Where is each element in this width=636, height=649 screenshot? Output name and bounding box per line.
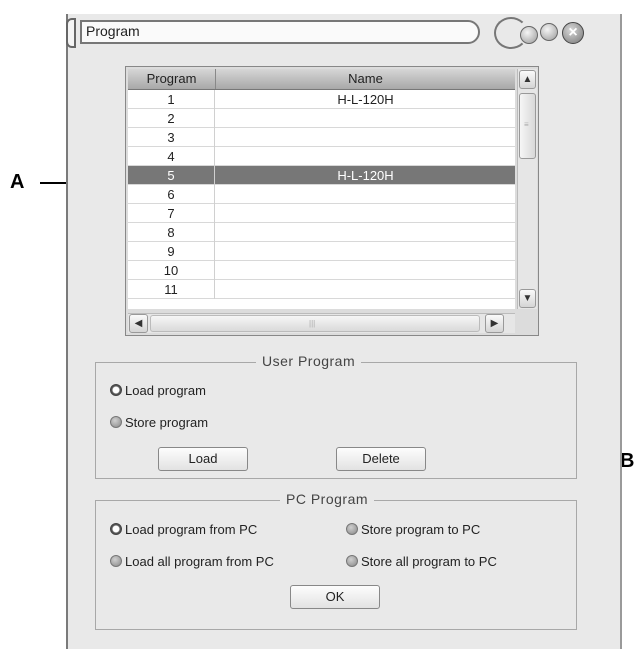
program-number-cell: 8: [128, 223, 215, 242]
horizontal-scroll-thumb[interactable]: |||: [150, 315, 480, 332]
load-button[interactable]: Load: [158, 447, 248, 471]
program-table: Program Name 1 H-L-120H 2 3 4 5 H-L-120H 6 7 8 9 10…: [125, 66, 539, 336]
table-row[interactable]: 8: [128, 223, 515, 242]
scroll-right-icon[interactable]: ▶: [485, 314, 504, 333]
table-row[interactable]: 2: [128, 109, 515, 128]
vertical-scroll-thumb[interactable]: ≡: [519, 93, 536, 159]
program-number-cell: 1: [128, 90, 215, 109]
program-name-cell: [216, 223, 515, 242]
table-row[interactable]: 11: [128, 280, 515, 299]
ok-button[interactable]: OK: [290, 585, 380, 609]
horizontal-scrollbar[interactable]: ◀ ||| ▶: [128, 313, 515, 333]
scroll-down-icon[interactable]: ▼: [519, 289, 536, 308]
vertical-scrollbar[interactable]: ▲ ≡ ▼: [517, 69, 537, 309]
window-grip-icon[interactable]: [66, 18, 76, 48]
program-number-cell: 11: [128, 280, 215, 299]
program-number-cell: 4: [128, 147, 215, 166]
column-header-name[interactable]: Name: [216, 69, 515, 89]
radio-store-program-label: Store program: [125, 414, 209, 430]
table-body: 1 H-L-120H 2 3 4 5 H-L-120H 6 7 8 9 10 11: [128, 90, 515, 309]
annotation-label-b: B: [620, 450, 635, 472]
radio-selected-icon[interactable]: [110, 523, 122, 535]
title-bar: Program ×: [66, 14, 620, 50]
pc-program-title: PC Program: [280, 491, 375, 507]
radio-store-to-pc[interactable]: Store program to PC: [346, 520, 480, 538]
minimize-icon[interactable]: [520, 26, 538, 44]
table-row[interactable]: 3: [128, 128, 515, 147]
program-name-cell: H-L-120H: [337, 92, 394, 107]
user-program-group: User Program Load program Store program …: [95, 353, 577, 479]
maximize-icon[interactable]: [540, 23, 558, 41]
window-title: Program: [86, 23, 140, 39]
program-name-cell: [216, 128, 515, 147]
annotation-label-a: A: [10, 171, 25, 193]
table-row[interactable]: 4: [128, 147, 515, 166]
radio-store-all-to-pc-label: Store all program to PC: [361, 553, 497, 569]
radio-load-all-from-pc[interactable]: Load all program from PC: [110, 552, 274, 570]
table-header: Program Name: [128, 69, 515, 90]
radio-unselected-icon[interactable]: [110, 416, 122, 428]
radio-unselected-icon[interactable]: [346, 523, 358, 535]
radio-unselected-icon[interactable]: [346, 555, 358, 567]
delete-button[interactable]: Delete: [336, 447, 426, 471]
program-number-cell: 9: [128, 242, 215, 261]
program-name-cell: [216, 185, 515, 204]
table-row[interactable]: 6: [128, 185, 515, 204]
program-name-cell: [216, 261, 515, 280]
table-row[interactable]: 10: [128, 261, 515, 280]
program-name-cell: [216, 204, 515, 223]
pc-program-group: PC Program Load program from PC Store pr…: [95, 491, 577, 630]
table-row[interactable]: 1 H-L-120H: [128, 90, 515, 109]
radio-load-from-pc-label: Load program from PC: [125, 521, 258, 537]
scroll-left-icon[interactable]: ◀: [129, 314, 148, 333]
program-number-cell: 2: [128, 109, 215, 128]
program-number-cell: 7: [128, 204, 215, 223]
title-field: [80, 20, 480, 44]
radio-load-from-pc[interactable]: Load program from PC: [110, 520, 257, 538]
program-number-cell: 6: [128, 185, 215, 204]
program-name-cell: [216, 109, 515, 128]
program-window: Program × Program Name 1 H-L-120H 2 3 4 5 H-L-…: [66, 14, 622, 649]
user-program-title: User Program: [256, 353, 362, 369]
window-controls: ×: [494, 17, 594, 49]
table-row[interactable]: 9: [128, 242, 515, 261]
program-number-cell: 5: [128, 166, 215, 185]
program-name-cell: H-L-120H: [337, 168, 394, 183]
radio-unselected-icon[interactable]: [110, 555, 122, 567]
column-header-program[interactable]: Program: [128, 69, 216, 89]
table-row[interactable]: 7: [128, 204, 515, 223]
scroll-up-icon[interactable]: ▲: [519, 70, 536, 89]
program-number-cell: 3: [128, 128, 215, 147]
close-icon[interactable]: ×: [562, 22, 584, 44]
radio-load-program[interactable]: Load program: [110, 381, 206, 399]
radio-load-program-label: Load program: [125, 382, 206, 398]
radio-load-all-from-pc-label: Load all program from PC: [125, 553, 274, 569]
radio-store-all-to-pc[interactable]: Store all program to PC: [346, 552, 497, 570]
radio-store-to-pc-label: Store program to PC: [361, 521, 481, 537]
program-number-cell: 10: [128, 261, 215, 280]
program-name-cell: [216, 280, 515, 299]
program-name-cell: [216, 242, 515, 261]
program-name-cell: [216, 147, 515, 166]
table-row[interactable]: 5 H-L-120H: [128, 166, 515, 185]
radio-selected-icon[interactable]: [110, 384, 122, 396]
radio-store-program[interactable]: Store program: [110, 413, 208, 431]
